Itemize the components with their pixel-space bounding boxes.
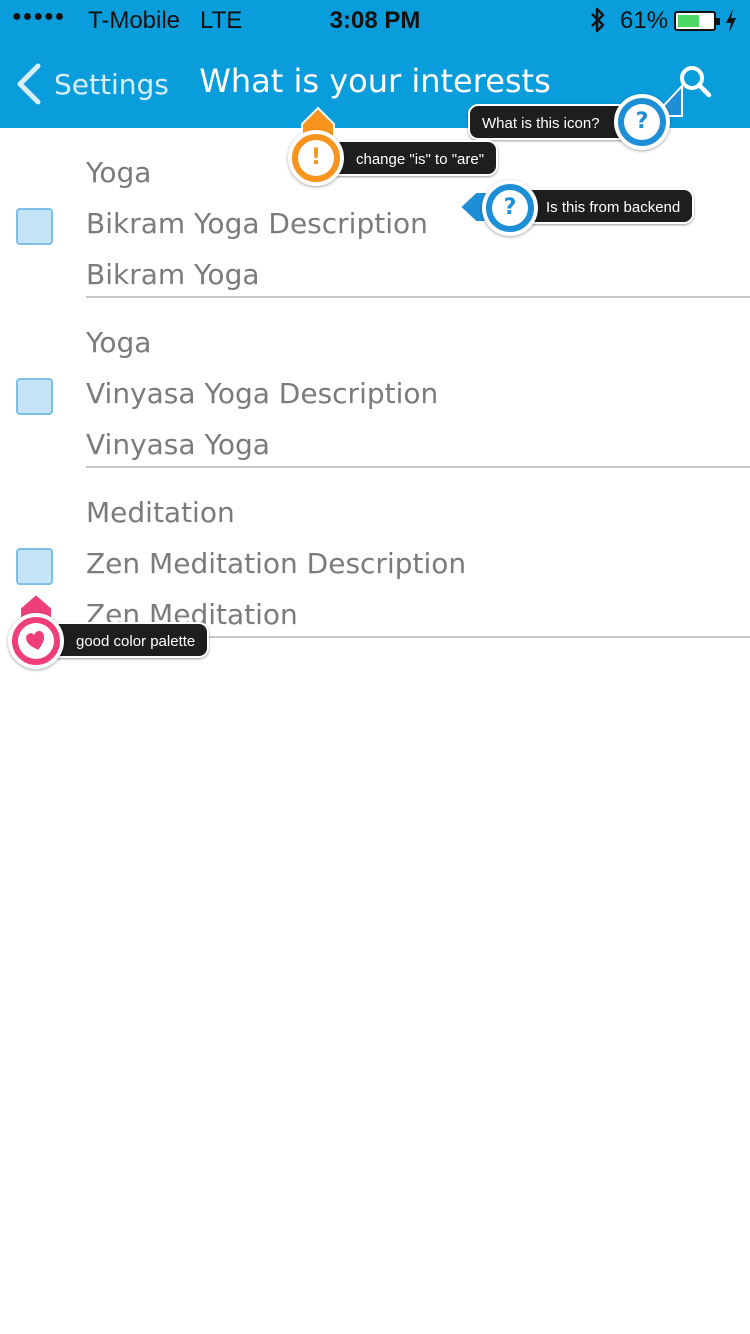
item-description: Vinyasa Yoga Description [86,377,439,410]
question-mark-icon: ? [492,190,528,226]
item-category: Yoga [86,326,152,359]
item-name: Vinyasa Yoga [86,428,270,461]
battery-percent: 61% [620,7,669,34]
interest-checkbox[interactable] [16,378,53,415]
item-category: Meditation [86,496,235,529]
list-item[interactable]: Yoga Vinyasa Yoga Description Vinyasa Yo… [0,298,750,468]
annotation-note-palette: good color palette [48,622,210,658]
battery-icon [674,11,720,31]
charging-icon [726,9,736,33]
exclamation-icon: ! [298,140,334,176]
bluetooth-icon [591,7,605,33]
annotation-question-pin: ? [614,94,670,150]
status-bar: ●●●●● T-Mobile LTE 3:08 PM 61% [0,0,750,40]
battery-level [678,15,699,27]
interest-checkbox[interactable] [16,548,53,585]
item-description: Bikram Yoga Description [86,207,428,240]
item-category: Yoga [86,156,152,189]
item-name: Bikram Yoga [86,258,260,291]
heart-icon [18,623,54,659]
list-item[interactable]: Meditation Zen Meditation Description Ze… [0,468,750,638]
annotation-question-pin: ? [482,180,538,236]
question-mark-icon: ? [624,104,660,140]
annotation-heart-pin [8,613,64,669]
annotation-exclaim-pin: ! [288,130,344,186]
item-description: Zen Meditation Description [86,547,467,580]
interest-checkbox[interactable] [16,208,53,245]
annotation-note-grammar: change "is" to "are" [328,140,499,176]
